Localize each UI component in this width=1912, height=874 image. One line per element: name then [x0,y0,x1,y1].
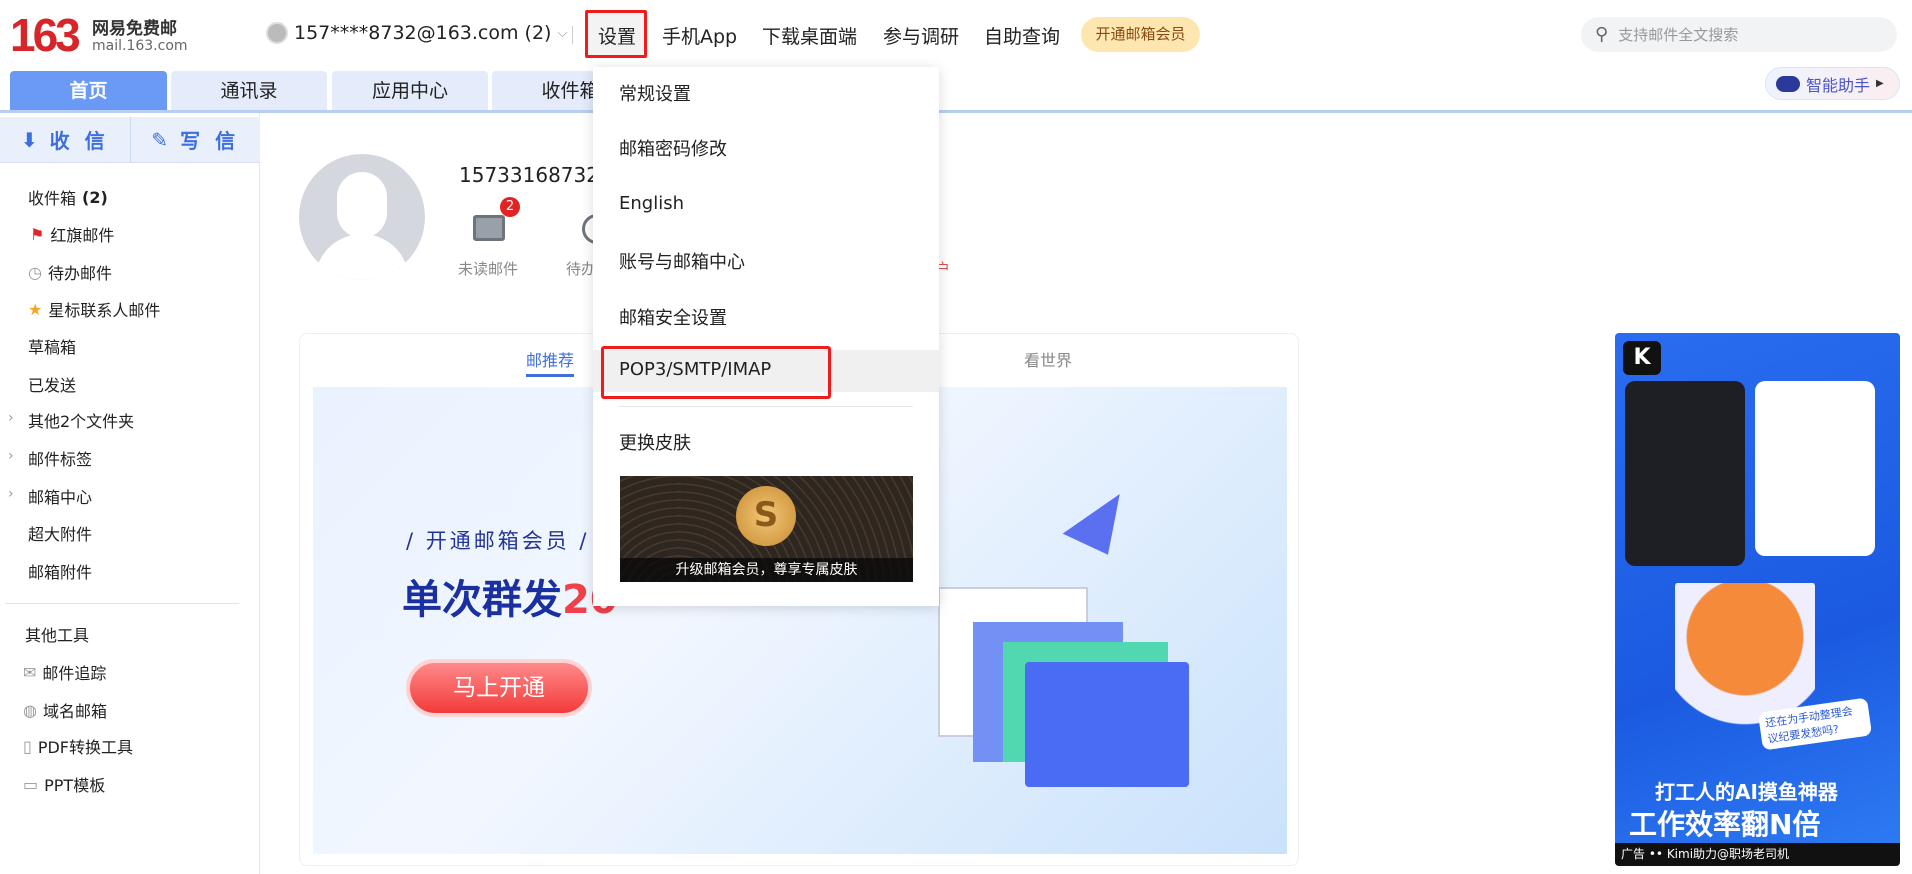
menu-change-password[interactable]: 邮箱密码修改 [619,135,727,161]
ad-phone-image [1625,381,1745,566]
skin-caption: 升级邮箱会员，尊享专属皮肤 [620,558,913,582]
sidebar-item-other-folders[interactable]: 其他2个文件夹 [28,408,134,432]
clock-icon: ◷ [28,262,42,282]
menu-divider [619,406,913,407]
nav-self-service[interactable]: 自助查询 [984,22,1060,49]
robot-icon [1776,75,1800,92]
skin-preview-image[interactable]: S 升级邮箱会员，尊享专属皮肤 [620,476,913,582]
card-tab-recommend[interactable]: 邮推荐 [526,347,574,371]
tab-contacts[interactable]: 通讯录 [171,71,327,112]
menu-account-center[interactable]: 账号与邮箱中心 [619,248,745,274]
chevron-right-icon[interactable]: › [8,410,14,426]
ad-line1: 打工人的AI摸鱼神器 [1655,780,1838,804]
compose-button[interactable]: ✎ 写 信 [131,117,261,162]
receive-compose-bar: ⬇ 收 信 ✎ 写 信 [0,117,260,163]
ad-label: 广告 [1621,847,1646,861]
divider [572,26,573,44]
nav-settings[interactable]: 设置 [598,22,636,49]
banner-subtitle: / 开通邮箱会员 / [406,529,590,553]
search-placeholder: 支持邮件全文搜索 [1618,26,1739,44]
username: 15733168732 [459,163,599,187]
logo-url: mail.163.com [92,38,188,54]
sidebar-item-large-attachments[interactable]: 超大附件 [28,521,92,545]
tool-domain-mail[interactable]: ◍ 域名邮箱 [23,698,107,722]
image-icon: ▭ [23,774,39,794]
star-icon: ★ [28,299,43,319]
sidebar-item-todo[interactable]: ◷ 待办邮件 [28,260,112,284]
search-input[interactable]: ⚲ 支持邮件全文搜索 [1581,17,1897,52]
sidebar-item-mail-center[interactable]: 邮箱中心 [28,484,92,508]
ad-line2: 工作效率翻N倍 [1629,808,1821,841]
globe-icon: ◍ [23,700,37,720]
tool-mail-track[interactable]: ✉ 邮件追踪 [23,660,106,684]
vip-medal-icon: S [736,486,796,546]
activate-now-button[interactable]: 马上开通 [406,659,592,717]
card-tab-world[interactable]: 看世界 [1024,347,1072,371]
banner-title: 单次群发20 [402,577,618,623]
logo-name: 网易免费邮 [92,19,177,39]
sidebar-item-flagged[interactable]: ⚑ 红旗邮件 [30,222,114,246]
search-icon: ⚲ [1595,24,1609,45]
receive-button[interactable]: ⬇ 收 信 [0,117,131,162]
sidebar-item-sent[interactable]: 已发送 [28,372,76,396]
nav-survey[interactable]: 参与调研 [883,22,959,49]
active-tab-underline [526,374,574,377]
menu-security-settings[interactable]: 邮箱安全设置 [619,304,727,330]
menu-english[interactable]: English [619,193,684,214]
inbox-download-icon: ⬇ [20,127,42,152]
play-icon: ▶ [1876,78,1884,89]
pen-icon: ✎ [151,127,173,152]
envelope-illustration [1025,662,1189,787]
kimi-logo: K [1623,341,1661,375]
sidebar-item-inbox[interactable]: 收件箱 (2) [28,185,108,209]
menu-pop3-smtp-imap[interactable]: POP3/SMTP/IMAP [619,359,771,380]
sidebar-item-starred[interactable]: ★ 星标联系人邮件 [28,297,160,321]
nav-mobile-app[interactable]: 手机App [662,22,737,49]
chevron-right-icon[interactable]: › [8,486,14,502]
account-icon [266,22,288,44]
assistant-label: 智能助手 [1806,75,1871,95]
nav-download-desktop[interactable]: 下载桌面端 [762,22,857,49]
red-flag-icon: ⚑ [30,224,45,244]
account-email: 157****8732@163.com (2) [294,22,552,44]
mail-track-icon: ✉ [23,662,37,682]
tools-title: 其他工具 [25,626,90,645]
ad-footer: 广告 •• Kimi助力@职场老司机 [1615,843,1900,866]
chevron-right-icon[interactable]: › [8,448,14,464]
unread-badge: 2 [500,197,520,217]
avatar[interactable] [299,154,425,280]
assistant-button[interactable]: 智能助手 ▶ [1765,67,1900,100]
tab-home[interactable]: 首页 [10,71,167,112]
advertisement[interactable]: K 还在为手动整理会议纪要发愁吗? 打工人的AI摸鱼神器 工作效率翻N倍 广告 … [1615,333,1900,866]
unread-label[interactable]: 未读邮件 [458,258,518,279]
tab-apps[interactable]: 应用中心 [332,71,488,112]
chevron-down-icon: ⌵ [557,25,568,41]
tool-ppt[interactable]: ▭ PPT模板 [23,772,105,796]
pdf-icon: ▯ [23,736,32,756]
paper-plane-icon [1062,479,1134,555]
sidebar-item-attachments[interactable]: 邮箱附件 [28,559,92,583]
menu-general-settings[interactable]: 常规设置 [619,80,691,106]
divider [5,603,239,604]
sidebar-item-drafts[interactable]: 草稿箱 [28,334,76,358]
sidebar-item-labels[interactable]: 邮件标签 [28,446,92,470]
tool-pdf[interactable]: ▯ PDF转换工具 [23,734,133,758]
account-switcher[interactable]: 157****8732@163.com (2) ⌵ [266,22,567,44]
settings-dropdown: 常规设置 邮箱密码修改 English 账号与邮箱中心 邮箱安全设置 POP3/… [593,67,939,606]
vip-button[interactable]: 开通邮箱会员 [1081,17,1200,52]
ad-document-image [1755,381,1875,556]
logo[interactable]: 163 [10,8,81,62]
tab-divider [0,110,1912,113]
menu-change-skin[interactable]: 更换皮肤 [619,429,691,455]
envelope-icon[interactable] [473,215,505,241]
